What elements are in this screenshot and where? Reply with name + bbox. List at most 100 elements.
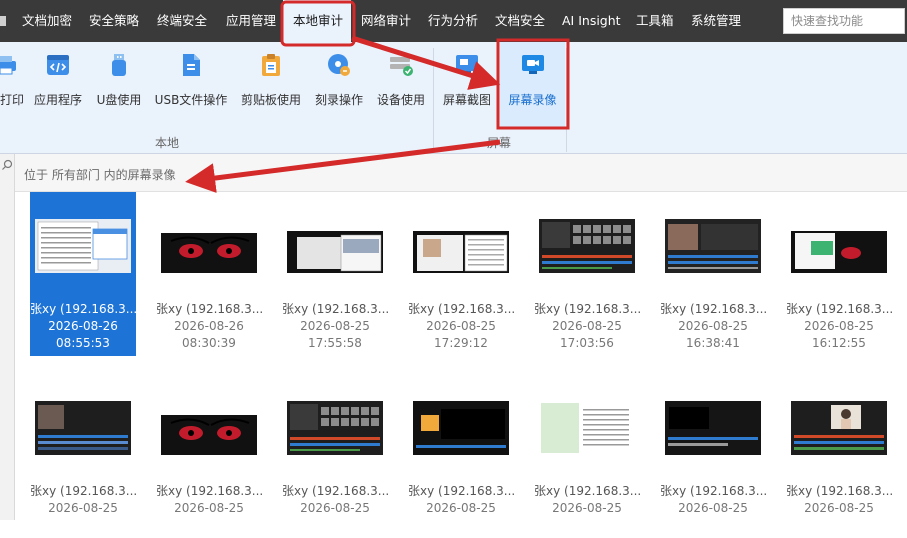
recording-item[interactable]: 张xy (192.168.3... 2026-08-25 17:03:56 (534, 192, 640, 356)
recording-user-ip: 张xy (192.168.3... (660, 302, 766, 316)
recording-item[interactable]: 张xy (192.168.3... 2026-08-25 16:12:55 (786, 192, 892, 356)
menu-behavior-analysis[interactable]: 行为分析 (428, 0, 478, 42)
recording-user-ip: 张xy (192.168.3... (156, 302, 262, 316)
recording-thumbnail[interactable] (665, 401, 761, 455)
recording-item[interactable]: 张xy (192.168.3... 2026-08-25 (534, 374, 640, 538)
recording-thumbnail[interactable] (413, 401, 509, 455)
menu-endpoint-security[interactable]: 终端安全 (157, 0, 207, 42)
recording-user-ip: 张xy (192.168.3... (282, 484, 388, 498)
ribbon-screenshot-button[interactable]: 屏幕截图 (438, 42, 496, 132)
left-panel-collapsed[interactable] (0, 154, 15, 520)
recording-user-ip: 张xy (192.168.3... (534, 484, 640, 498)
recording-item[interactable]: 张xy (192.168.3... 2026-08-25 (156, 374, 262, 538)
recording-item[interactable]: 张xy (192.168.3... 2026-08-25 (408, 374, 514, 538)
recording-user-ip: 张xy (192.168.3... (786, 302, 892, 316)
menu-network-audit[interactable]: 网络审计 (361, 0, 411, 42)
recording-item[interactable]: 张xy (192.168.3... 2026-08-25 (786, 374, 892, 538)
recording-thumbnail[interactable] (35, 219, 131, 273)
recording-date: 2026-08-25 (426, 319, 496, 333)
ribbon-usb-drive-button[interactable]: U盘使用 (92, 42, 146, 132)
menu-security-policy[interactable]: 安全策略 (89, 0, 139, 42)
screenshot-icon (456, 55, 478, 74)
recording-date: 2026-08-26 (174, 319, 244, 333)
ribbon-usb-drive-label: U盘使用 (96, 93, 142, 107)
recording-thumbnail[interactable] (161, 219, 257, 273)
ribbon-clipboard-button[interactable]: 剪贴板使用 (239, 42, 303, 132)
recording-thumbnail[interactable] (539, 219, 635, 273)
recording-thumbnail[interactable] (287, 219, 383, 273)
recording-thumbnail[interactable] (413, 219, 509, 273)
usb-file-icon (183, 54, 200, 76)
recording-date: 2026-08-26 (48, 319, 118, 333)
recording-thumbnail[interactable] (665, 219, 761, 273)
recording-thumbnail[interactable] (791, 401, 887, 455)
ribbon-clipboard-label: 剪贴板使用 (240, 93, 301, 107)
ribbon-usb-file-button[interactable]: USB文件操作 (153, 42, 229, 132)
recording-thumbnail[interactable] (161, 401, 257, 455)
ribbon-print-label: 打印 (0, 93, 25, 107)
recording-date: 2026-08-25 (552, 319, 622, 333)
recording-user-ip: 张xy (192.168.3... (408, 484, 514, 498)
recording-user-ip: 张xy (192.168.3... (30, 302, 136, 316)
ribbon-group-separator-2 (566, 48, 567, 152)
ribbon-screen-record-button[interactable]: 屏幕录像 (500, 42, 565, 128)
menu-edge-fragment (0, 0, 13, 42)
menu-ai-insight[interactable]: AI Insight (562, 0, 621, 42)
quick-search-box[interactable] (783, 8, 905, 34)
screen-record-icon (521, 55, 544, 74)
location-path-bar: 位于 所有部门 内的屏幕录像 (15, 154, 907, 192)
recording-time: 17:03:56 (560, 336, 614, 350)
recording-item[interactable]: 张xy (192.168.3... 2026-08-25 (282, 374, 388, 538)
menu-doc-encrypt[interactable]: 文档加密 (22, 0, 72, 42)
ribbon-disc-burn-label: 刻录操作 (314, 93, 363, 107)
quick-search-input[interactable] (784, 9, 904, 33)
menu-app-management[interactable]: 应用管理 (226, 0, 276, 42)
recording-thumbnail[interactable] (287, 401, 383, 455)
menu-document-security[interactable]: 文档安全 (495, 0, 545, 42)
menu-local-audit[interactable]: 本地审计 (283, 0, 351, 42)
search-icon[interactable] (0, 154, 15, 178)
recording-item[interactable]: 张xy (192.168.3... 2026-08-26 08:30:39 (156, 192, 262, 356)
recording-time: 17:55:58 (308, 336, 362, 350)
recording-thumbnail[interactable] (791, 219, 887, 273)
ribbon-group-separator (433, 48, 434, 152)
recording-item[interactable]: 张xy (192.168.3... 2026-08-25 17:55:58 (282, 192, 388, 356)
recording-time: 08:55:53 (56, 336, 110, 350)
ribbon-disc-burn-button[interactable]: 刻录操作 (310, 42, 368, 132)
recording-item[interactable]: 张xy (192.168.3... 2026-08-25 (660, 374, 766, 538)
top-menu-bar: 文档加密 安全策略 终端安全 应用管理 本地审计 网络审计 行为分析 文档安全 … (0, 0, 907, 42)
recording-user-ip: 张xy (192.168.3... (408, 302, 514, 316)
recording-item[interactable]: 张xy (192.168.3... 2026-08-25 16:38:41 (660, 192, 766, 356)
recording-grid: 张xy (192.168.3... 2026-08-26 08:55:53 张xy … (15, 192, 907, 520)
menu-system-management[interactable]: 系统管理 (691, 0, 741, 42)
disc-burn-icon (328, 54, 350, 76)
recording-thumbnail[interactable] (35, 401, 131, 455)
recording-time: 08:30:39 (182, 336, 236, 350)
recording-item[interactable]: 张xy (192.168.3... 2026-08-25 (30, 374, 136, 538)
recording-date: 2026-08-25 (804, 501, 874, 515)
ribbon-group-screen-label: 屏幕 (486, 136, 511, 150)
recording-date: 2026-08-25 (426, 501, 496, 515)
recording-item[interactable]: 张xy (192.168.3... 2026-08-26 08:55:53 (30, 192, 136, 356)
ribbon-applications-label: 应用程序 (33, 93, 82, 107)
ribbon-applications-button[interactable]: 应用程序 (30, 42, 86, 132)
recording-date: 2026-08-25 (678, 319, 748, 333)
ribbon-device-label: 设备使用 (376, 93, 425, 107)
ribbon-screen-record-label: 屏幕录像 (508, 93, 557, 107)
recording-date: 2026-08-25 (48, 501, 118, 515)
usb-icon (112, 54, 126, 76)
menu-toolbox[interactable]: 工具箱 (636, 0, 674, 42)
ribbon-usb-file-label: USB文件操作 (154, 93, 228, 107)
recording-user-ip: 张xy (192.168.3... (660, 484, 766, 498)
recording-item[interactable]: 张xy (192.168.3... 2026-08-25 17:29:12 (408, 192, 514, 356)
recording-thumbnail[interactable] (539, 401, 635, 455)
clipboard-icon (262, 54, 280, 76)
recording-user-ip: 张xy (192.168.3... (30, 484, 136, 498)
recording-user-ip: 张xy (192.168.3... (534, 302, 640, 316)
device-icon (390, 57, 413, 76)
recording-date: 2026-08-25 (300, 319, 370, 333)
recording-date: 2026-08-25 (804, 319, 874, 333)
location-path-text: 位于 所有部门 内的屏幕录像 (24, 168, 176, 182)
ribbon-print-button[interactable]: 打印 (0, 42, 24, 132)
ribbon-device-button[interactable]: 设备使用 (373, 42, 429, 132)
